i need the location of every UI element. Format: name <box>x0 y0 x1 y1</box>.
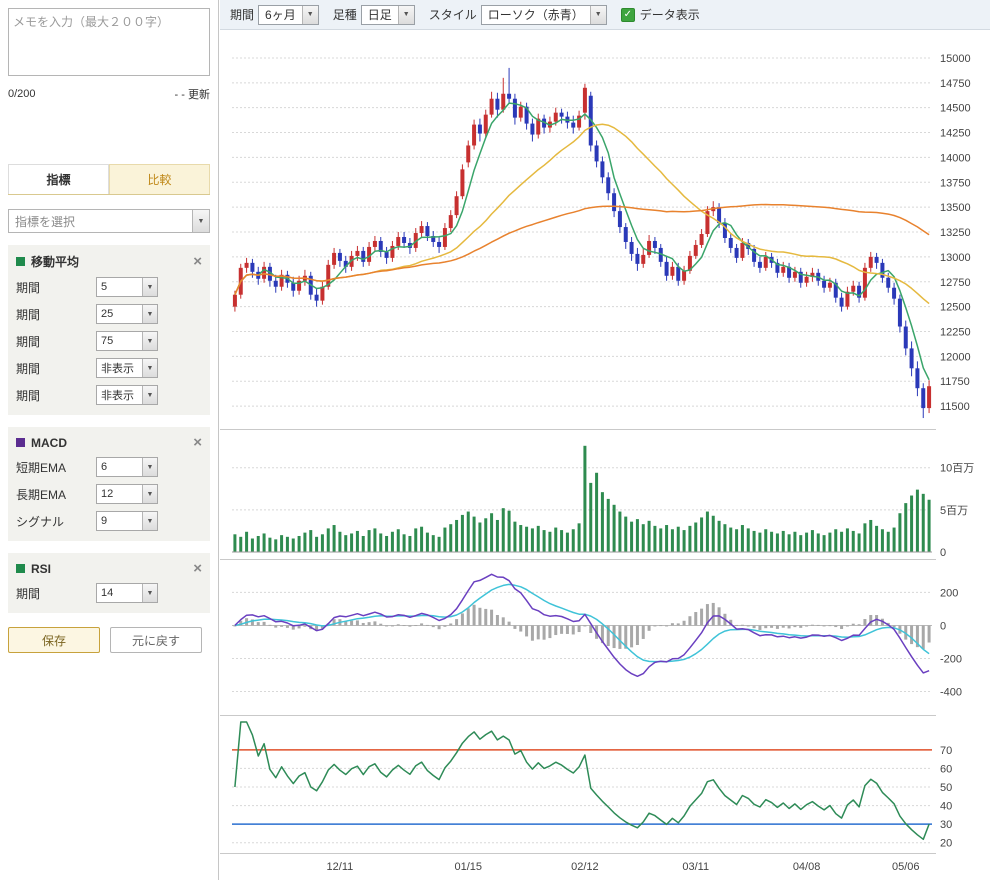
panel-title: RSI <box>31 562 51 576</box>
svg-text:13500: 13500 <box>940 202 971 214</box>
chevron-down-icon: ▼ <box>142 485 157 503</box>
period-label: 期間 <box>230 6 254 23</box>
period-select[interactable]: 6ヶ月 ▼ <box>258 5 319 25</box>
svg-text:14750: 14750 <box>940 78 971 90</box>
svg-text:14250: 14250 <box>940 128 971 140</box>
indicator-select[interactable]: 指標を選択 ▼ <box>8 209 210 233</box>
ma-period-2-select[interactable]: 25▼ <box>96 304 158 324</box>
ma-period-4-select[interactable]: 非表示▼ <box>96 358 158 378</box>
svg-text:13750: 13750 <box>940 177 971 189</box>
update-button[interactable]: - - 更新 <box>175 86 210 102</box>
tab-compare[interactable]: 比較 <box>109 164 210 194</box>
macd-signal-select[interactable]: 9▼ <box>96 511 158 531</box>
ma-period-5-select[interactable]: 非表示▼ <box>96 385 158 405</box>
svg-text:0: 0 <box>940 547 946 559</box>
chart-toolbar: 期間 6ヶ月 ▼ 足種 日足 ▼ スタイル ローソク（赤青） ▼ ✓ データ表示 <box>220 0 990 30</box>
panel-title: 移動平均 <box>31 253 79 270</box>
moving-average-panel: 移動平均 × 期間 5▼ 期間 25▼ 期間 75▼ 期間 非表示▼ 期間 非表… <box>8 245 210 415</box>
rsi-color-swatch-icon <box>16 564 25 573</box>
macd-color-swatch-icon <box>16 438 25 447</box>
chevron-down-icon: ▼ <box>192 210 209 232</box>
macd-fast-ema-select[interactable]: 6▼ <box>96 457 158 477</box>
svg-text:0: 0 <box>940 620 946 632</box>
ma-period-3-select[interactable]: 75▼ <box>96 331 158 351</box>
chevron-down-icon: ▼ <box>142 359 157 377</box>
memo-counter: 0/200 <box>8 88 36 100</box>
sidebar: 0/200 - - 更新 指標 比較 指標を選択 ▼ 移動平均 × 期間 5▼ … <box>0 0 219 880</box>
panel-title: MACD <box>31 436 67 450</box>
svg-text:12750: 12750 <box>940 277 971 289</box>
chevron-down-icon: ▼ <box>142 305 157 323</box>
svg-text:200: 200 <box>940 587 958 599</box>
save-button[interactable]: 保存 <box>8 627 100 653</box>
close-icon[interactable]: × <box>193 254 202 269</box>
stock-chart-canvas[interactable]: 15000 14750 14500 14250 14000 13750 13500 13250… <box>220 30 990 880</box>
svg-text:13000: 13000 <box>940 252 971 264</box>
svg-text:30: 30 <box>940 819 952 831</box>
svg-text:-200: -200 <box>940 653 962 665</box>
bar-type-label: 足種 <box>333 6 357 23</box>
close-icon[interactable]: × <box>193 561 202 576</box>
ma-period-1-select[interactable]: 5▼ <box>96 277 158 297</box>
tab-indicators[interactable]: 指標 <box>8 164 109 194</box>
chart-area: 期間 6ヶ月 ▼ 足種 日足 ▼ スタイル ローソク（赤青） ▼ ✓ データ表示… <box>220 0 990 880</box>
svg-text:14500: 14500 <box>940 103 971 115</box>
svg-text:40: 40 <box>940 801 952 813</box>
svg-text:12500: 12500 <box>940 302 971 314</box>
rsi-panel: RSI × 期間 14▼ <box>8 553 210 613</box>
bar-type-select[interactable]: 日足 ▼ <box>361 5 415 25</box>
svg-text:04/08: 04/08 <box>793 861 821 873</box>
chevron-down-icon: ▼ <box>142 278 157 296</box>
svg-text:11750: 11750 <box>940 376 970 388</box>
macd-slow-ema-select[interactable]: 12▼ <box>96 484 158 504</box>
style-label: スタイル <box>429 6 477 23</box>
chevron-down-icon: ▼ <box>142 584 157 602</box>
chevron-down-icon: ▼ <box>398 6 414 24</box>
svg-text:05/06: 05/06 <box>892 861 920 873</box>
data-display-checkbox[interactable]: ✓ <box>621 8 635 22</box>
svg-text:02/12: 02/12 <box>571 861 599 873</box>
svg-text:10百万: 10百万 <box>940 463 974 475</box>
sidebar-tabs: 指標 比較 <box>8 164 210 195</box>
svg-text:60: 60 <box>940 763 952 775</box>
svg-text:70: 70 <box>940 745 952 757</box>
svg-text:12250: 12250 <box>940 327 971 339</box>
chevron-down-icon: ▼ <box>302 6 318 24</box>
svg-text:50: 50 <box>940 782 952 794</box>
svg-text:12/11: 12/11 <box>327 861 354 873</box>
chevron-down-icon: ▼ <box>590 6 606 24</box>
svg-text:03/11: 03/11 <box>682 861 709 873</box>
memo-input[interactable] <box>8 8 210 76</box>
svg-text:01/15: 01/15 <box>454 861 482 873</box>
svg-text:13250: 13250 <box>940 227 971 239</box>
svg-text:15000: 15000 <box>940 53 971 65</box>
svg-text:14000: 14000 <box>940 152 971 164</box>
chevron-down-icon: ▼ <box>142 332 157 350</box>
macd-panel: MACD × 短期EMA 6▼ 長期EMA 12▼ シグナル 9▼ <box>8 427 210 541</box>
chevron-down-icon: ▼ <box>142 512 157 530</box>
reset-button[interactable]: 元に戻す <box>110 627 202 653</box>
data-display-label: データ表示 <box>640 6 700 23</box>
ma-color-swatch-icon <box>16 257 25 266</box>
svg-text:20: 20 <box>940 838 952 850</box>
svg-text:-400: -400 <box>940 686 962 698</box>
style-select[interactable]: ローソク（赤青） ▼ <box>481 5 607 25</box>
svg-text:11500: 11500 <box>940 401 970 413</box>
chevron-down-icon: ▼ <box>142 386 157 404</box>
close-icon[interactable]: × <box>193 435 202 450</box>
rsi-period-select[interactable]: 14▼ <box>96 583 158 603</box>
svg-text:5百万: 5百万 <box>940 505 968 517</box>
svg-text:12000: 12000 <box>940 351 971 363</box>
chevron-down-icon: ▼ <box>142 458 157 476</box>
check-icon: ✓ <box>624 9 632 20</box>
